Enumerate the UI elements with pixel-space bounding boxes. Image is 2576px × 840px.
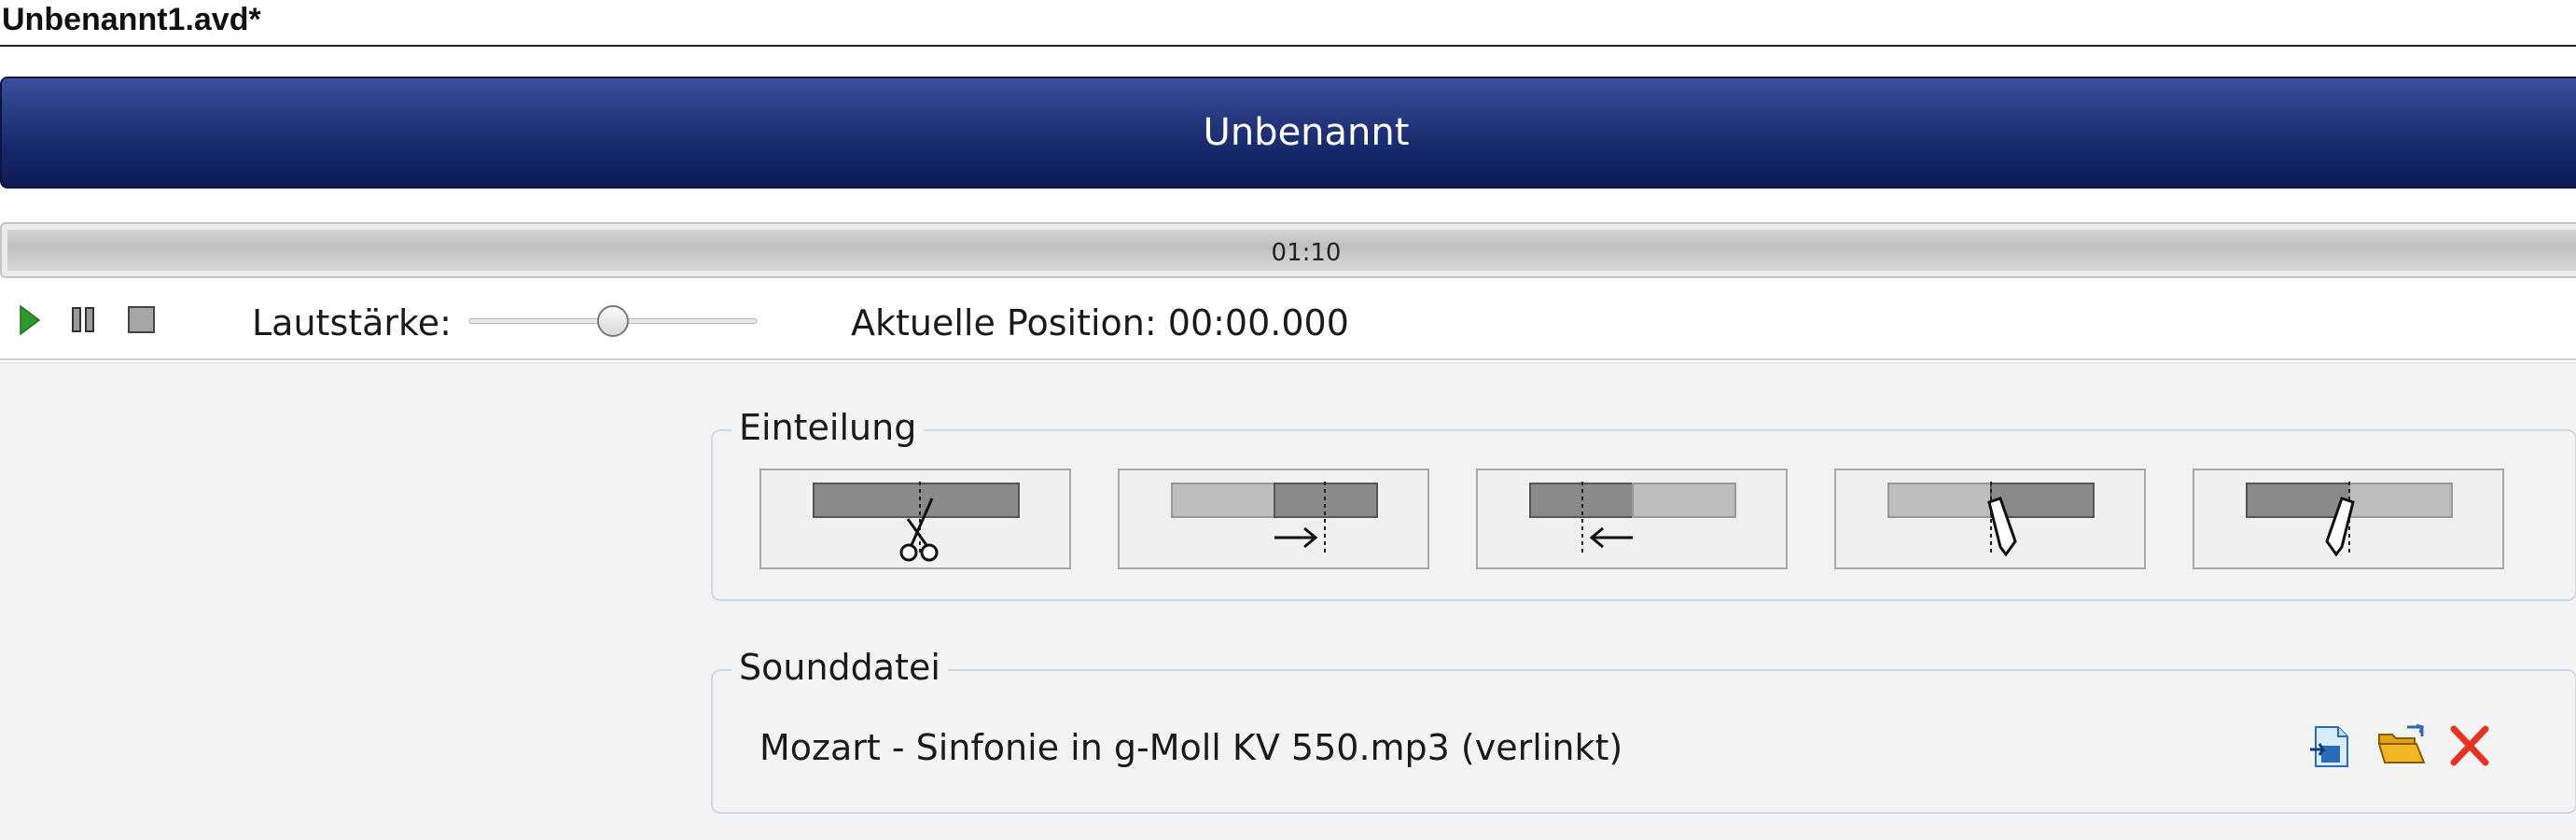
playback-controls: Lautstärke: Aktuelle Position: 00:00.000 xyxy=(0,284,2576,360)
pencil-icon xyxy=(1887,482,2095,557)
project-title: Unbenannt xyxy=(1203,111,1410,154)
volume-label: Lautstärke: xyxy=(252,302,452,343)
arrow-right-icon xyxy=(1171,482,1378,556)
pause-button[interactable] xyxy=(67,302,101,338)
current-position-label: Aktuelle Position: 00:00.000 xyxy=(851,302,1349,343)
import-document-icon xyxy=(2310,726,2348,767)
open-folder-button[interactable] xyxy=(2375,721,2428,772)
volume-slider[interactable] xyxy=(468,304,758,338)
sound-filename: Mozart - Sinfonie in g-Moll KV 550.mp3 (… xyxy=(759,727,1623,768)
play-button[interactable] xyxy=(13,302,47,338)
pencil-icon xyxy=(2246,482,2453,557)
volume-slider-thumb[interactable] xyxy=(597,305,629,337)
split-at-position-button[interactable] xyxy=(759,469,1071,569)
timeline-bar[interactable]: 01:10 xyxy=(0,222,2576,278)
pause-icon xyxy=(72,307,94,332)
move-boundary-left-button[interactable] xyxy=(1476,469,1788,569)
arrow-left-icon xyxy=(1529,482,1736,556)
stop-icon xyxy=(128,306,155,333)
scissors-icon xyxy=(813,482,1020,562)
move-boundary-right-button[interactable] xyxy=(1118,469,1429,569)
edit-segment-right-button[interactable] xyxy=(1834,469,2146,569)
import-file-button[interactable] xyxy=(2304,721,2357,772)
close-icon xyxy=(2450,725,2489,766)
sound-group-legend: Sounddatei xyxy=(731,647,948,688)
timeline-time-label: 01:10 xyxy=(1271,239,1342,267)
title-bar: Unbenannt1.avd* xyxy=(0,0,2576,47)
project-header: Unbenannt xyxy=(0,77,2576,189)
play-icon xyxy=(20,304,41,336)
folder-open-icon xyxy=(2377,723,2426,763)
split-group-legend: Einteilung xyxy=(731,407,925,448)
remove-file-button[interactable] xyxy=(2444,721,2497,772)
edit-segment-left-button[interactable] xyxy=(2193,469,2504,569)
stop-button[interactable] xyxy=(125,302,159,338)
sound-group: Sounddatei Mozart - Sinfonie in g-Moll K… xyxy=(711,647,2576,814)
split-group: Einteilung xyxy=(711,407,2576,601)
window-title: Unbenannt1.avd* xyxy=(2,2,261,37)
